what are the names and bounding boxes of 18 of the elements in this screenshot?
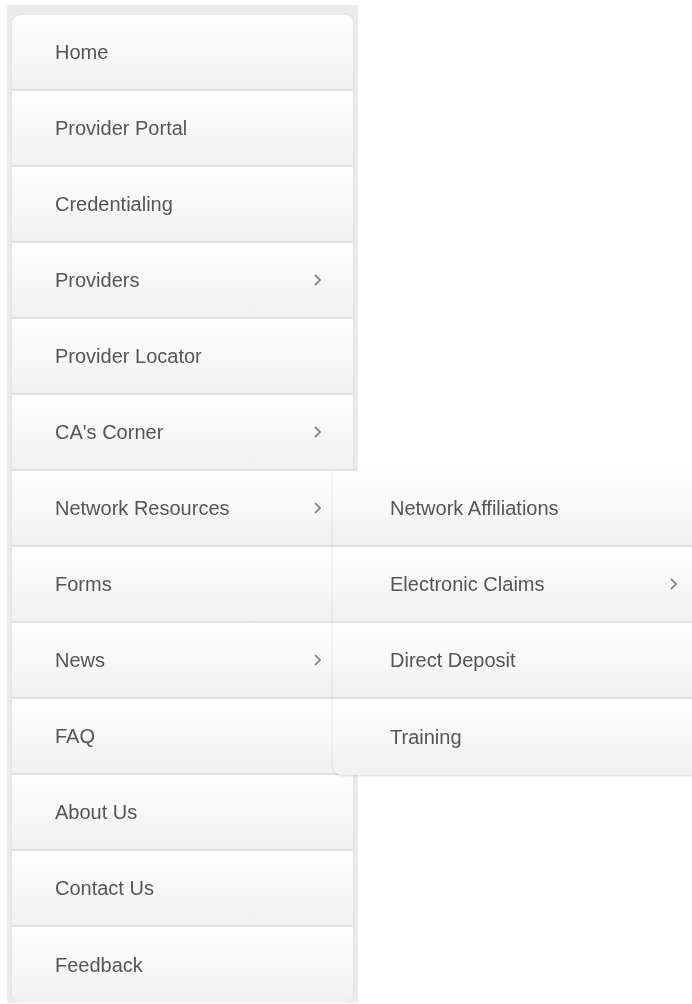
menu-item[interactable]: CA's Corner xyxy=(12,395,353,471)
menu-item[interactable]: Credentialing xyxy=(12,167,353,243)
chevron-right-icon xyxy=(314,654,321,666)
menu-item[interactable]: Provider Locator xyxy=(12,319,353,395)
menu-item[interactable]: Provider Portal xyxy=(12,91,353,167)
menu-item[interactable]: Training xyxy=(333,699,692,775)
menu-item[interactable]: Contact Us xyxy=(12,851,353,927)
menu-item[interactable]: Electronic Claims xyxy=(333,547,692,623)
chevron-right-icon xyxy=(314,502,321,514)
chevron-right-icon xyxy=(670,578,677,590)
menu-item[interactable]: Direct Deposit xyxy=(333,623,692,699)
chevron-right-icon xyxy=(314,274,321,286)
menu-item[interactable]: Feedback xyxy=(12,927,353,1003)
menu-item[interactable]: Home xyxy=(12,15,353,91)
menu-item[interactable]: About Us xyxy=(12,775,353,851)
menu-item[interactable]: Providers xyxy=(12,243,353,319)
menu-item[interactable]: Network Affiliations xyxy=(333,471,692,547)
chevron-right-icon xyxy=(314,426,321,438)
